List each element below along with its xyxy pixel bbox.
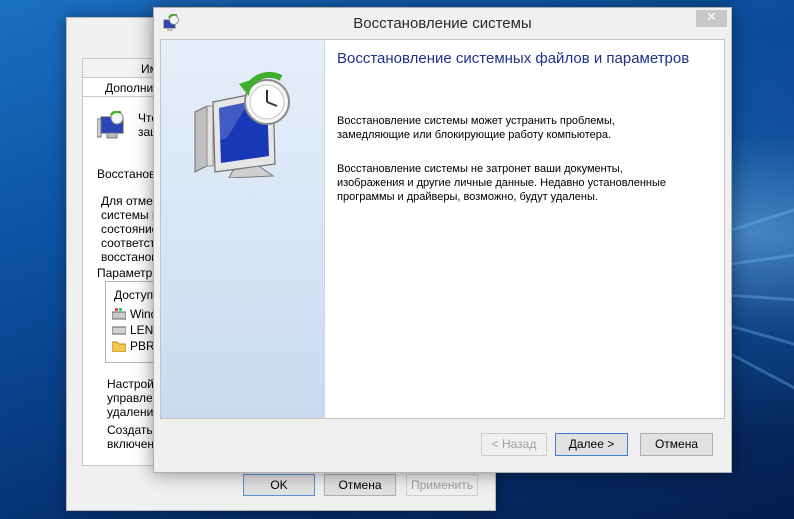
create-desc-line: включен xyxy=(107,437,155,451)
wizard-content-area: Восстановление системных файлов и параме… xyxy=(160,39,725,419)
cancel-button[interactable]: Отмена xyxy=(324,474,396,496)
drive-icon xyxy=(112,326,126,335)
restore-desc-line: восстанов xyxy=(101,250,158,264)
cancel-button[interactable]: Отмена xyxy=(640,433,713,456)
folder-icon xyxy=(112,341,126,352)
description-line: изображения и другие личные данные. Неда… xyxy=(337,177,666,189)
restore-group-heading: Восстанов xyxy=(97,167,156,181)
restore-desc-line: соответст xyxy=(101,236,156,250)
window-title: Восстановление системы xyxy=(353,15,532,32)
ok-button[interactable]: OK xyxy=(243,474,315,496)
description-line: Восстановление системы может устранить п… xyxy=(337,115,615,127)
configure-desc-line: управлен xyxy=(107,391,160,405)
wizard-heading: Восстановление системных файлов и параме… xyxy=(337,50,690,67)
wizard-side-panel xyxy=(161,40,325,418)
restore-desc-line: системы в xyxy=(101,208,159,222)
description-line: замедляющие или блокирующие работу компь… xyxy=(337,129,612,141)
system-protection-icon xyxy=(97,111,124,139)
description-line: программы и драйверы, возможно, будут уд… xyxy=(337,191,598,203)
restore-desc-line: Для отмен xyxy=(101,194,160,208)
tab-advanced[interactable]: Дополнит xyxy=(105,81,159,95)
next-button[interactable]: Далее > xyxy=(555,433,628,456)
description-line: Восстановление системы не затронет ваши … xyxy=(337,163,623,175)
computer-restore-illustration-icon xyxy=(194,71,290,178)
windows-drive-icon xyxy=(112,308,126,320)
system-restore-wizard: Восстановление системы ✕ Восстановление … xyxy=(153,7,732,473)
configure-desc-line: Настройк xyxy=(107,377,160,391)
apply-button[interactable]: Применить xyxy=(406,474,478,496)
close-button[interactable]: ✕ xyxy=(696,10,727,27)
protection-settings-label: Параметры xyxy=(97,266,161,280)
title-bar[interactable]: Восстановление системы ✕ xyxy=(154,8,731,39)
back-button[interactable]: < Назад xyxy=(481,433,547,456)
restore-desc-line: состояние xyxy=(101,222,159,236)
